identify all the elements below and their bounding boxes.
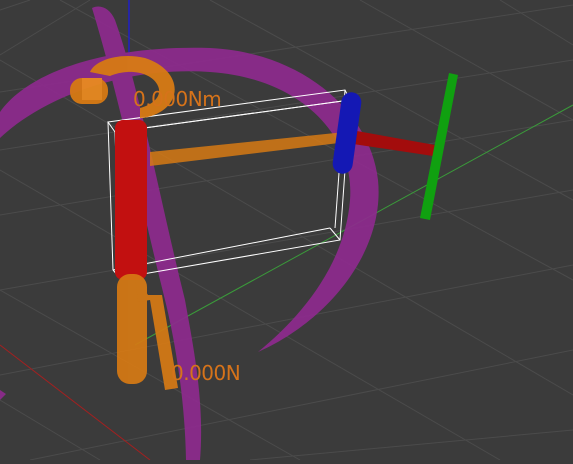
torque-ring[interactable] (0, 6, 379, 461)
scene-canvas[interactable] (0, 0, 573, 461)
force-readout: 0.000N (171, 361, 241, 385)
torque-readout: 0.000Nm (133, 87, 222, 111)
3d-viewport[interactable]: 0.000Nm 0.000N (0, 0, 573, 461)
force-arrow-shaft[interactable] (150, 132, 347, 166)
red-link-vertical[interactable] (115, 120, 147, 280)
